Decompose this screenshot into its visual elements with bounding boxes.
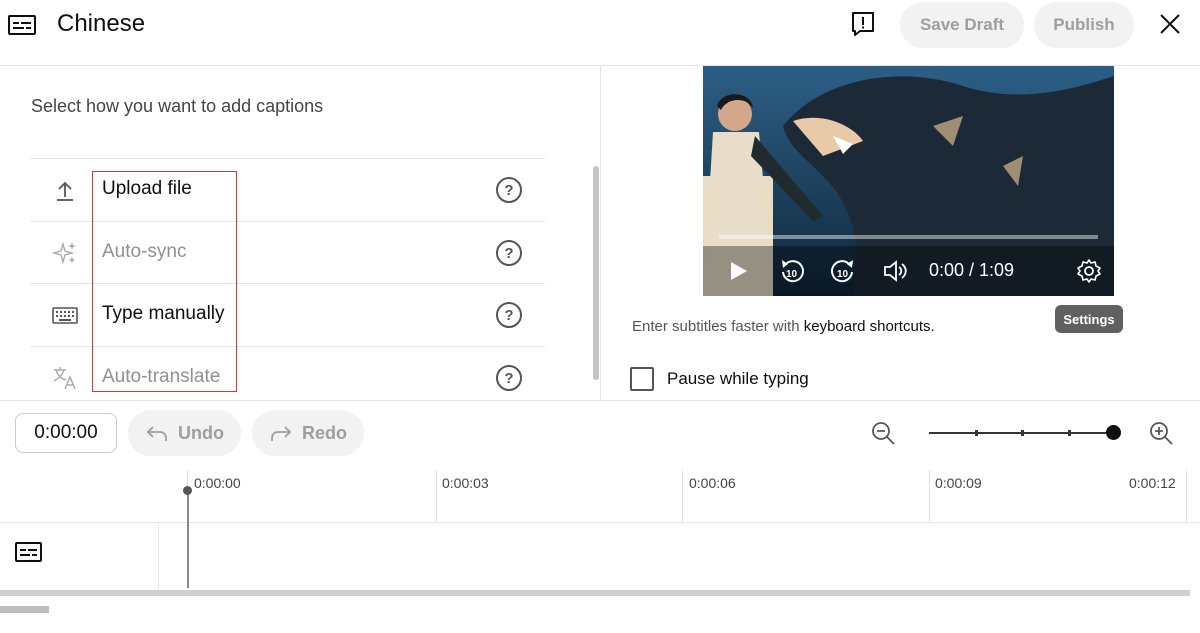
undo-button[interactable]: Undo (128, 410, 241, 456)
undo-icon (146, 426, 167, 441)
caption-track-top-border (0, 522, 1200, 523)
left-panel-scrollbar[interactable] (593, 166, 599, 380)
zoom-in-icon[interactable] (1148, 420, 1174, 446)
zoom-step-mark (1021, 430, 1024, 436)
forward-10-icon[interactable]: 10 (829, 256, 857, 286)
pause-while-typing-label: Pause while typing (667, 369, 809, 388)
video-time: 0:00 / 1:09 (929, 260, 1015, 280)
option-auto-translate[interactable]: Auto-translate ? (30, 346, 545, 400)
shortcuts-hint: Enter subtitles faster with keyboard sho… (632, 318, 935, 335)
timeline-divider (0, 400, 1200, 401)
rewind-10-icon[interactable]: 10 (778, 256, 806, 286)
caption-method-prompt: Select how you want to add captions (31, 96, 324, 116)
editor-header: Chinese Save Draft Publish (0, 0, 1200, 66)
zoom-slider-thumb[interactable] (1106, 425, 1121, 440)
timecode-input[interactable]: 0:00:00 (15, 413, 117, 453)
play-icon[interactable] (729, 256, 749, 286)
page-title: Chinese (57, 10, 146, 37)
help-icon[interactable]: ? (496, 365, 522, 391)
help-icon[interactable]: ? (496, 240, 522, 266)
ruler-label: 0:00:03 (442, 475, 489, 491)
option-label: Auto-translate (102, 366, 221, 387)
subtitles-icon (8, 15, 36, 35)
playhead-handle[interactable] (183, 486, 192, 495)
redo-button[interactable]: Redo (252, 410, 364, 456)
upload-icon (57, 181, 73, 201)
svg-text:10: 10 (786, 269, 798, 280)
undo-label: Undo (178, 422, 224, 443)
settings-tooltip: Settings (1055, 305, 1123, 333)
option-label: Auto-sync (102, 241, 187, 262)
pause-while-typing-checkbox[interactable] (630, 367, 654, 391)
option-auto-sync[interactable]: Auto-sync ? (30, 221, 545, 283)
feedback-icon[interactable] (851, 11, 875, 37)
ruler-tick (682, 470, 683, 522)
help-icon[interactable]: ? (496, 302, 522, 328)
settings-gear-icon[interactable] (1075, 256, 1103, 286)
panel-divider (600, 66, 601, 400)
save-draft-button[interactable]: Save Draft (900, 2, 1024, 48)
option-label: Upload file (102, 178, 192, 199)
publish-button[interactable]: Publish (1034, 2, 1134, 48)
ruler-label: 0:00:06 (689, 475, 736, 491)
subtitles-track-icon (15, 542, 42, 562)
volume-icon[interactable] (883, 256, 909, 286)
ruler-label: 0:00:09 (935, 475, 982, 491)
zoom-step-mark (1068, 430, 1071, 436)
ruler-label: 0:00:12 (1129, 475, 1176, 491)
ruler-tick (929, 470, 930, 522)
keyboard-shortcuts-link[interactable]: keyboard shortcuts. (804, 318, 935, 335)
redo-icon (271, 426, 292, 441)
zoom-slider[interactable] (929, 430, 1115, 436)
sparkle-icon (52, 241, 76, 265)
option-label: Type manually (102, 303, 225, 324)
redo-label: Redo (302, 422, 347, 443)
shortcuts-text: Enter subtitles faster with (632, 318, 804, 335)
playhead[interactable] (187, 490, 189, 588)
caption-track-bottom (0, 590, 1190, 596)
help-icon[interactable]: ? (496, 177, 522, 203)
timeline-horizontal-scrollbar[interactable] (0, 606, 49, 613)
option-type-manually[interactable]: Type manually ? (30, 283, 545, 345)
ruler-tick (1186, 470, 1187, 522)
svg-text:10: 10 (837, 269, 849, 280)
video-player[interactable]: 10 10 0:00 / 1:09 (703, 66, 1114, 296)
close-icon[interactable] (1159, 13, 1181, 35)
zoom-out-icon[interactable] (870, 420, 896, 446)
caption-track-separator (158, 522, 159, 588)
keyboard-icon (52, 307, 78, 324)
zoom-step-mark (975, 430, 978, 436)
option-upload-file[interactable]: Upload file ? (30, 158, 545, 220)
caption-method-panel: Select how you want to add captions Uplo… (0, 66, 600, 400)
ruler-label: 0:00:00 (194, 475, 241, 491)
ruler-tick (436, 470, 437, 522)
translate-icon (53, 367, 76, 390)
video-progress-bar[interactable] (719, 235, 1098, 239)
